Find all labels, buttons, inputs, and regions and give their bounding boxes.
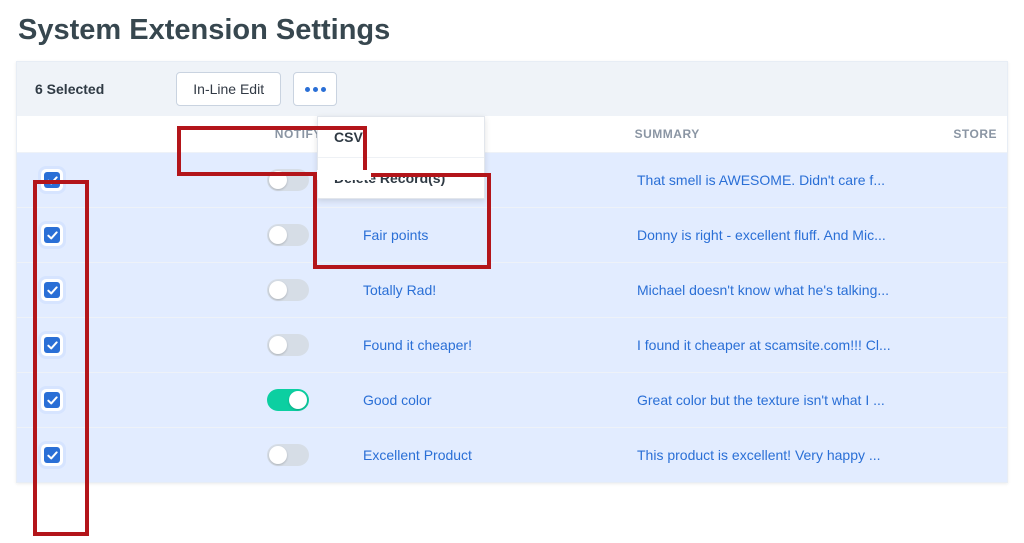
- row-checkbox[interactable]: [41, 224, 63, 246]
- notify-toggle[interactable]: [267, 279, 309, 301]
- ellipsis-icon: [305, 87, 326, 92]
- row-summary-link[interactable]: Michael doesn't know what he's talking..…: [637, 282, 889, 298]
- row-checkbox[interactable]: [41, 169, 63, 191]
- notify-toggle[interactable]: [267, 169, 309, 191]
- page-title: System Extension Settings: [18, 14, 1008, 47]
- row-summary-link[interactable]: That smell is AWESOME. Didn't care f...: [637, 172, 885, 188]
- row-title-link[interactable]: Excellent Product: [363, 447, 472, 463]
- row-checkbox[interactable]: [41, 334, 63, 356]
- settings-panel: 6 Selected In-Line Edit CSV Delete Recor…: [16, 61, 1008, 483]
- notify-toggle[interactable]: [267, 389, 309, 411]
- table-row: Fair points Donny is right - excellent f…: [17, 207, 1007, 262]
- row-summary-link[interactable]: I found it cheaper at scamsite.com!!! Cl…: [637, 337, 891, 353]
- notify-toggle[interactable]: [267, 444, 309, 466]
- row-checkbox[interactable]: [41, 444, 63, 466]
- highlight-box: [317, 170, 371, 180]
- table-row: That smell is AWESOME. Didn't care f...: [17, 152, 1007, 207]
- records-table: NOTIFY SUMMARY STORE That smell is AWESO…: [17, 116, 1007, 482]
- row-title-link[interactable]: Good color: [363, 392, 431, 408]
- table-row: Found it cheaper! I found it cheaper at …: [17, 317, 1007, 372]
- table-row: Totally Rad! Michael doesn't know what h…: [17, 262, 1007, 317]
- menu-item-csv[interactable]: CSV: [318, 117, 484, 157]
- toolbar: 6 Selected In-Line Edit: [17, 62, 1007, 116]
- notify-toggle[interactable]: [267, 334, 309, 356]
- col-notify: NOTIFY: [87, 127, 346, 141]
- row-title-link[interactable]: Fair points: [363, 227, 428, 243]
- notify-toggle[interactable]: [267, 224, 309, 246]
- row-title-link[interactable]: Found it cheaper!: [363, 337, 472, 353]
- more-actions-button[interactable]: [293, 72, 337, 106]
- more-actions-menu: CSV Delete Record(s): [317, 116, 485, 199]
- table-row: Excellent Product This product is excell…: [17, 427, 1007, 482]
- row-checkbox[interactable]: [41, 279, 63, 301]
- col-summary: SUMMARY: [635, 127, 954, 141]
- inline-edit-button[interactable]: In-Line Edit: [176, 72, 281, 106]
- row-checkbox[interactable]: [41, 389, 63, 411]
- row-summary-link[interactable]: This product is excellent! Very happy ..…: [637, 447, 881, 463]
- row-title-link[interactable]: Totally Rad!: [363, 282, 436, 298]
- row-summary-link[interactable]: Donny is right - excellent fluff. And Mi…: [637, 227, 886, 243]
- table-header: NOTIFY SUMMARY STORE: [17, 116, 1007, 152]
- col-store: STORE: [953, 127, 1007, 141]
- row-summary-link[interactable]: Great color but the texture isn't what I…: [637, 392, 885, 408]
- selected-count: 6 Selected: [35, 81, 104, 97]
- table-row: Good color Great color but the texture i…: [17, 372, 1007, 427]
